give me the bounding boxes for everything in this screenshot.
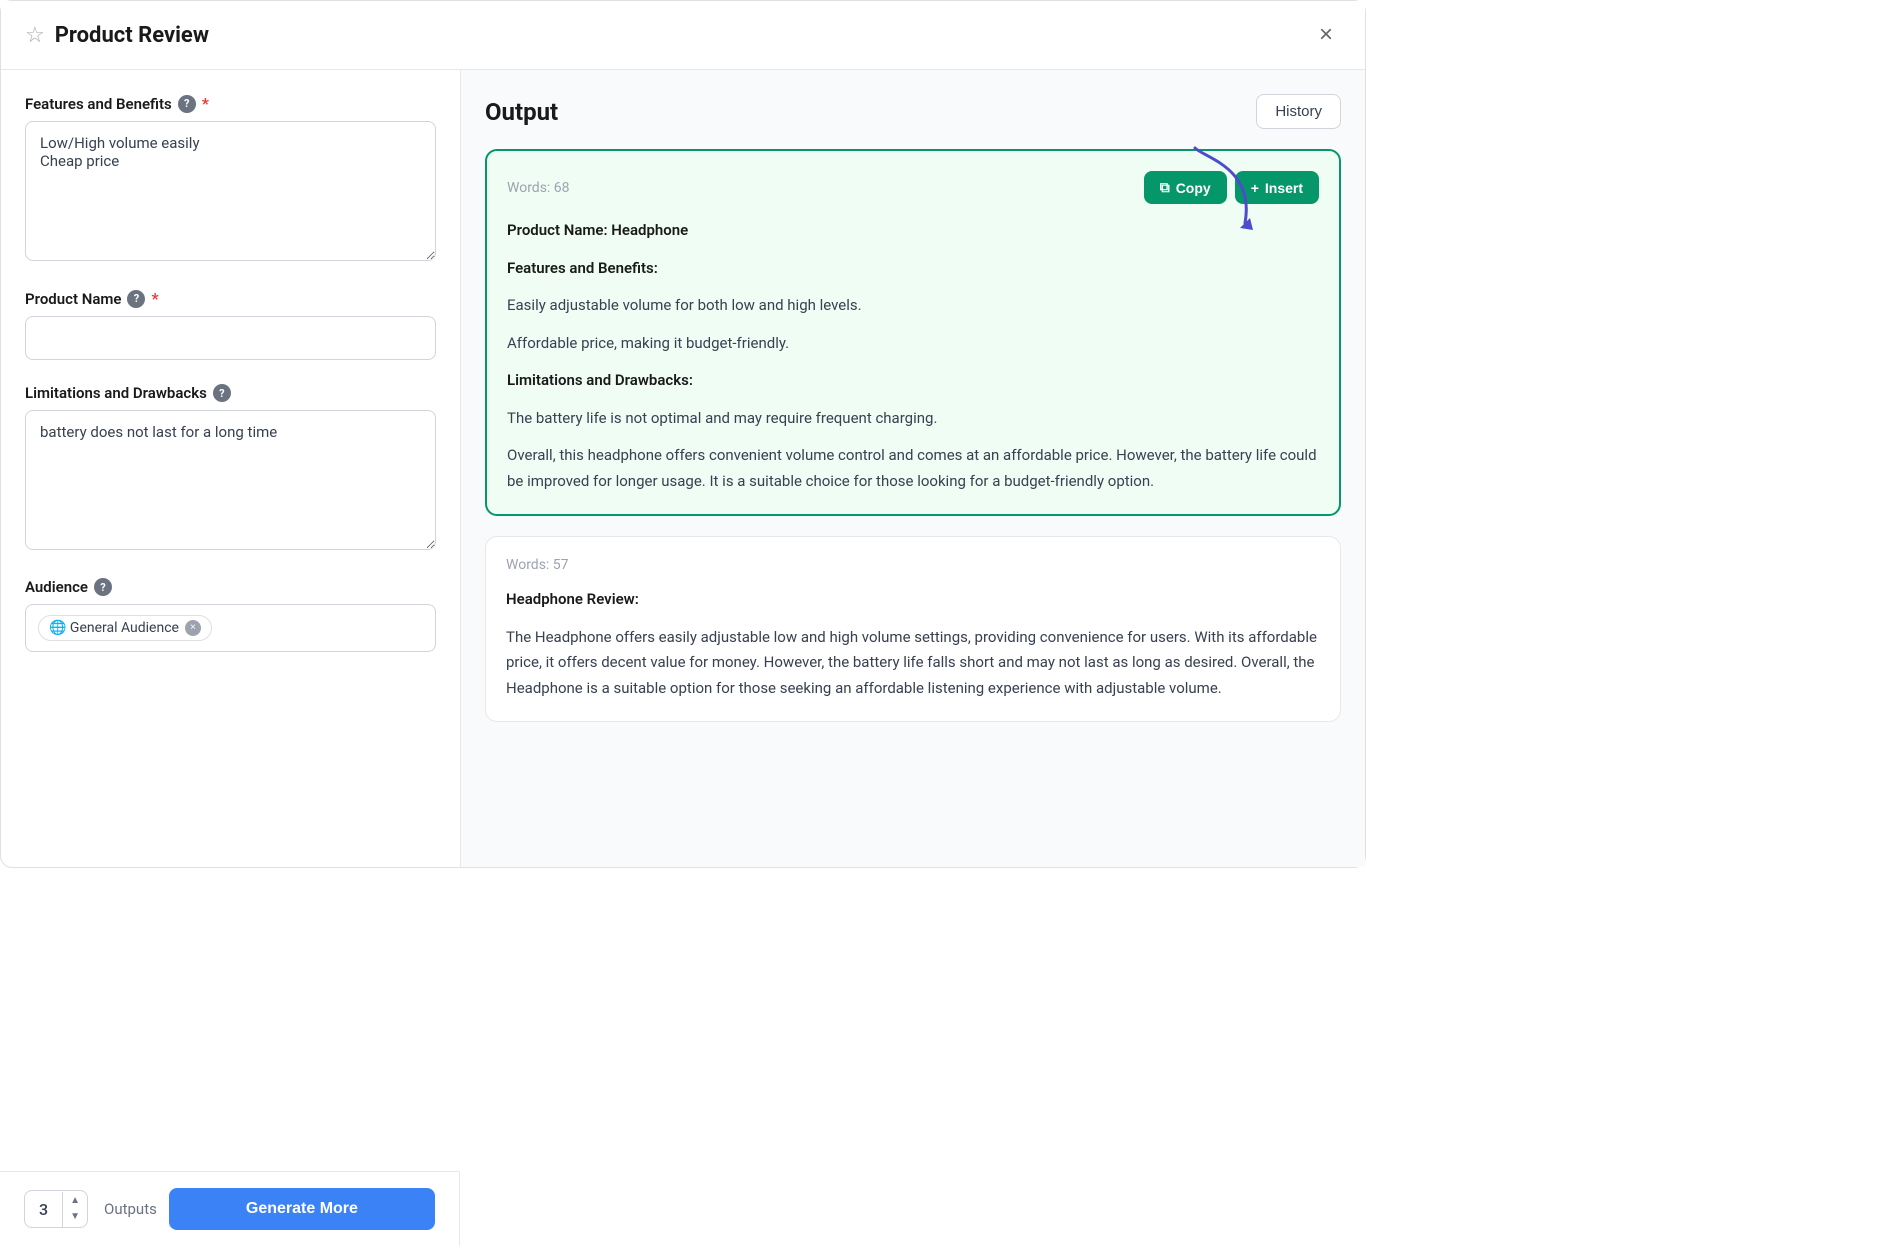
- card-1-meta: Words: 68 ⧉ Copy + Insert: [507, 171, 1319, 204]
- audience-help-icon[interactable]: ?: [94, 578, 112, 596]
- audience-tag: 🌐 General Audience ×: [38, 615, 212, 641]
- counter-arrows: ▲ ▼: [63, 1191, 87, 1227]
- product-name-required: *: [151, 289, 158, 308]
- generate-more-button[interactable]: Generate More: [169, 1188, 435, 1230]
- audience-field-group: Audience ? 🌐 General Audience ×: [25, 578, 436, 652]
- audience-tag-remove[interactable]: ×: [185, 620, 201, 636]
- product-name-field-group: Product Name ? * Headphone: [25, 289, 436, 360]
- output-card-2: Words: 57 Headphone Review: The Headphon…: [485, 536, 1341, 722]
- audience-tag-input[interactable]: 🌐 General Audience ×: [25, 604, 436, 652]
- outputs-counter: 3 ▲ ▼: [24, 1190, 88, 1228]
- outputs-number: 3: [25, 1192, 63, 1227]
- product-name-input[interactable]: Headphone: [25, 316, 436, 360]
- limitations-textarea[interactable]: [25, 410, 436, 550]
- copy-button[interactable]: ⧉ Copy: [1144, 171, 1227, 204]
- insert-button[interactable]: + Insert: [1235, 171, 1319, 204]
- features-textarea[interactable]: [25, 121, 436, 261]
- output-title: Output: [485, 98, 558, 126]
- card-1-content: Product Name: Headphone Features and Ben…: [507, 218, 1319, 494]
- history-button[interactable]: History: [1256, 94, 1341, 129]
- card-1-para-2: Features and Benefits:: [507, 256, 1319, 282]
- features-label: Features and Benefits ? *: [25, 94, 436, 113]
- output-header: Output History: [485, 94, 1341, 129]
- close-button[interactable]: ×: [1311, 19, 1341, 51]
- card-2-word-count: Words: 57: [506, 557, 569, 573]
- card-1-para-1: Product Name: Headphone: [507, 218, 1319, 244]
- card-1-para-4: Affordable price, making it budget-frien…: [507, 331, 1319, 357]
- header-left: ☆ Product Review: [25, 23, 209, 48]
- counter-up[interactable]: ▲: [69, 1193, 81, 1209]
- counter-down[interactable]: ▼: [69, 1209, 81, 1225]
- app-title: Product Review: [55, 23, 209, 48]
- card-1-para-6: The battery life is not optimal and may …: [507, 406, 1319, 432]
- output-card-1: Words: 68 ⧉ Copy + Insert Product Name: …: [485, 149, 1341, 516]
- card-2-para-2: The Headphone offers easily adjustable l…: [506, 625, 1320, 702]
- app-header: ☆ Product Review ×: [1, 1, 1365, 70]
- card-2-meta: Words: 57: [506, 557, 1320, 573]
- product-name-help-icon[interactable]: ?: [127, 290, 145, 308]
- main-layout: Features and Benefits ? * Product Name ?…: [1, 70, 1365, 867]
- right-panel: Output History Words: 68 ⧉ Copy +: [461, 70, 1365, 867]
- insert-icon: +: [1251, 180, 1259, 196]
- card-2-content: Headphone Review: The Headphone offers e…: [506, 587, 1320, 701]
- outputs-label: Outputs: [104, 1200, 157, 1218]
- features-help-icon[interactable]: ?: [178, 95, 196, 113]
- card-1-word-count: Words: 68: [507, 180, 570, 196]
- limitations-label: Limitations and Drawbacks ?: [25, 384, 436, 402]
- card-1-para-3: Easily adjustable volume for both low an…: [507, 293, 1319, 319]
- audience-label: Audience ?: [25, 578, 436, 596]
- product-name-label: Product Name ? *: [25, 289, 436, 308]
- card-2-para-1: Headphone Review:: [506, 587, 1320, 613]
- copy-icon: ⧉: [1160, 179, 1170, 196]
- limitations-help-icon[interactable]: ?: [213, 384, 231, 402]
- limitations-field-group: Limitations and Drawbacks ?: [25, 384, 436, 554]
- left-panel: Features and Benefits ? * Product Name ?…: [1, 70, 461, 867]
- card-1-para-5: Limitations and Drawbacks:: [507, 368, 1319, 394]
- star-icon: ☆: [25, 23, 45, 48]
- features-field-group: Features and Benefits ? *: [25, 94, 436, 265]
- card-1-para-7: Overall, this headphone offers convenien…: [507, 443, 1319, 494]
- features-required: *: [202, 94, 209, 113]
- bottom-bar: 3 ▲ ▼ Outputs Generate More: [0, 1171, 460, 1246]
- card-1-actions: ⧉ Copy + Insert: [1144, 171, 1319, 204]
